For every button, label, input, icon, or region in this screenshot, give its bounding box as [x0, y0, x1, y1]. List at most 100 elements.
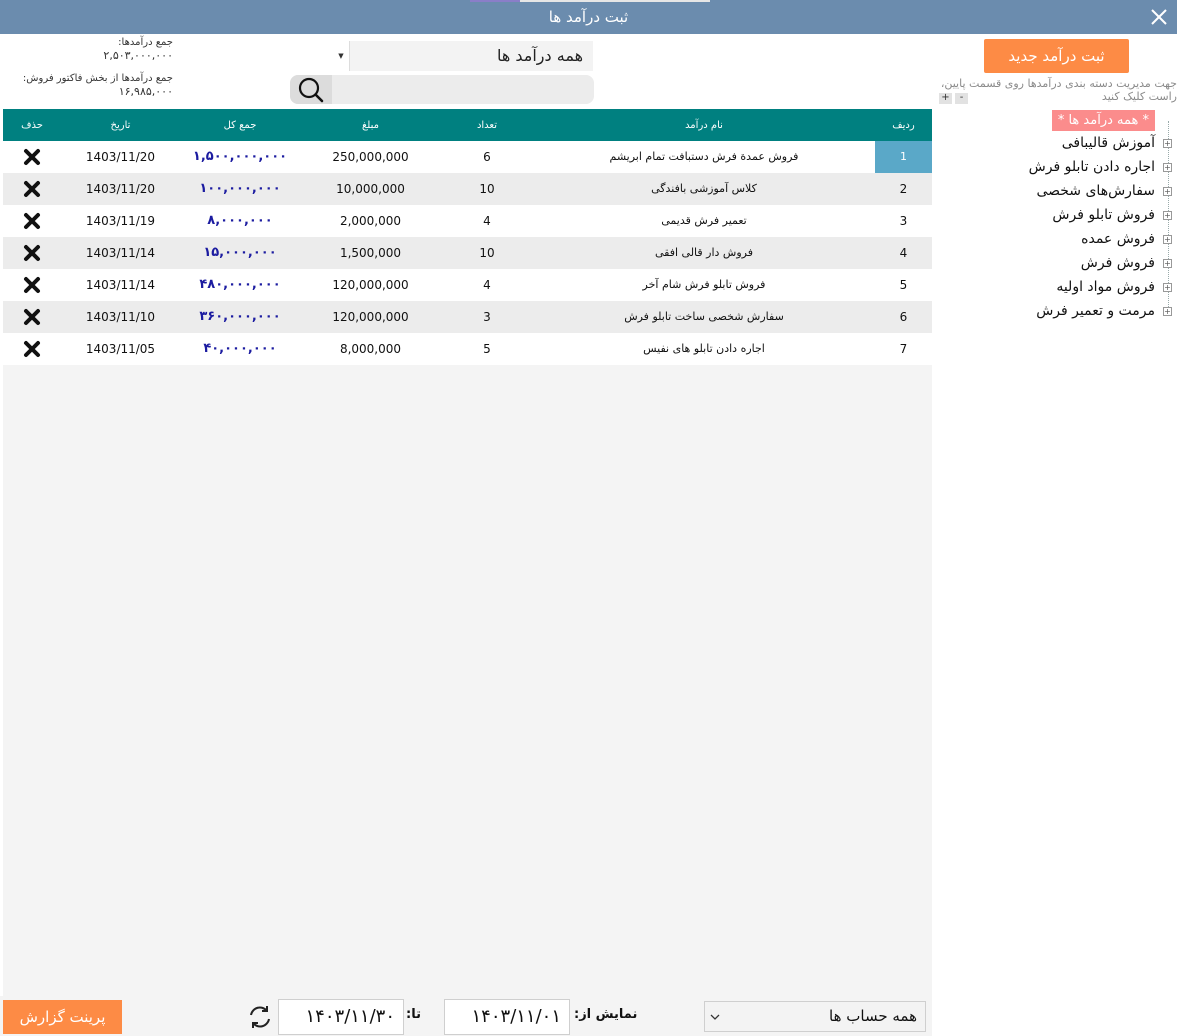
- count-cell: 5: [483, 342, 491, 356]
- delete-button[interactable]: [3, 333, 61, 365]
- delete-button[interactable]: [3, 301, 61, 333]
- amount-cell: 120,000,000: [332, 278, 409, 292]
- expand-node-icon[interactable]: +: [1163, 235, 1172, 244]
- table-row[interactable]: 3 تعمیر فرش قدیمی 4 2,000,000 ۸,۰۰۰,۰۰۰ 1403/…: [3, 205, 932, 237]
- income-name-cell: فروش عمدة فرش دستبافت تمام ابریشم: [609, 150, 799, 163]
- new-income-button[interactable]: ثبت درآمد جدید: [984, 39, 1129, 73]
- tree-item[interactable]: فروش فرش: [1081, 253, 1155, 273]
- column-header-total[interactable]: جمع کل: [180, 109, 300, 141]
- row-number-cell: 1: [875, 141, 932, 173]
- close-button[interactable]: [1145, 3, 1173, 31]
- account-select[interactable]: همه حساب ها: [704, 1001, 926, 1032]
- total-cell: ۳۶۰,۰۰۰,۰۰۰: [199, 309, 281, 324]
- date-cell: 1403/11/14: [85, 246, 156, 260]
- column-header-row[interactable]: ردیف: [875, 109, 932, 141]
- delete-icon: [24, 149, 40, 165]
- delete-icon: [24, 181, 40, 197]
- collapse-all-button[interactable]: -: [955, 93, 968, 104]
- table-row[interactable]: 5 فروش تابلو فرش شام آخر 4 120,000,000 ۴۸۰,۰…: [3, 269, 932, 301]
- table-header: ردیف نام درآمد تعداد مبلغ جمع کل تاریخ ح…: [3, 109, 932, 141]
- to-date-label: تا:: [406, 1007, 421, 1022]
- expand-node-icon[interactable]: +: [1163, 163, 1172, 172]
- to-date-field[interactable]: ۱۴۰۳/۱۱/۳۰: [278, 999, 404, 1035]
- category-hint-text: جهت مدیریت دسته بندی درآمدها روی قسمت پا…: [940, 77, 1177, 103]
- close-icon: [1151, 9, 1167, 25]
- delete-icon: [24, 309, 40, 325]
- total-cell: ۴۰,۰۰۰,۰۰۰: [203, 341, 277, 356]
- count-cell: 10: [479, 182, 495, 196]
- table-row[interactable]: 1 فروش عمدة فرش دستبافت تمام ابریشم 6 250,0…: [3, 141, 932, 173]
- expand-node-icon[interactable]: +: [1163, 187, 1172, 196]
- total-cell: ۴۸۰,۰۰۰,۰۰۰: [199, 277, 281, 292]
- from-date-label: نمایش از:: [574, 1007, 638, 1022]
- table-row[interactable]: 4 فروش دار قالی افقی 10 1,500,000 ۱۵,۰۰۰,۰۰۰…: [3, 237, 932, 269]
- date-cell: 1403/11/14: [85, 278, 156, 292]
- count-cell: 3: [483, 310, 491, 324]
- table-row[interactable]: 6 سفارش شخصی ساخت تابلو فرش 3 120,000,000 ۳۶…: [3, 301, 932, 333]
- column-header-date[interactable]: تاریخ: [61, 109, 180, 141]
- income-name-cell: فروش دار قالی افقی: [654, 246, 753, 259]
- expand-node-icon[interactable]: +: [1163, 283, 1172, 292]
- tree-item[interactable]: سفارش‌های شخصی: [1036, 181, 1155, 201]
- search-icon: [298, 77, 324, 103]
- date-cell: 1403/11/05: [85, 342, 156, 356]
- delete-button[interactable]: [3, 269, 61, 301]
- row-number-cell: 6: [899, 310, 908, 324]
- column-header-delete[interactable]: حذف: [3, 109, 61, 141]
- date-cell: 1403/11/20: [85, 150, 156, 164]
- amount-cell: 8,000,000: [339, 342, 402, 356]
- total-income-value: ۲,۵۰۳,۰۰۰,۰۰۰: [103, 49, 173, 62]
- tree-root-all-incomes[interactable]: * همه درآمد ها *: [1051, 110, 1155, 131]
- expand-node-icon[interactable]: +: [1163, 211, 1172, 220]
- total-cell: ۱۰۰,۰۰۰,۰۰۰: [199, 181, 281, 196]
- dropdown-arrow-icon[interactable]: ▼: [333, 41, 350, 71]
- expand-node-icon[interactable]: +: [1163, 307, 1172, 316]
- amount-cell: 2,000,000: [339, 214, 402, 228]
- amount-cell: 250,000,000: [332, 150, 409, 164]
- tree-item[interactable]: فروش عمده: [1081, 229, 1155, 249]
- search-button[interactable]: [290, 75, 332, 104]
- table-row[interactable]: 2 کلاس آموزشی بافندگی 10 10,000,000 ۱۰۰,۰۰۰,…: [3, 173, 932, 205]
- tree-item[interactable]: فروش تابلو فرش: [1052, 205, 1155, 225]
- delete-button[interactable]: [3, 205, 61, 237]
- expand-node-icon[interactable]: +: [1163, 139, 1172, 148]
- expand-node-icon[interactable]: +: [1163, 259, 1172, 268]
- print-report-button[interactable]: پرینت گزارش: [3, 1000, 122, 1034]
- row-number-cell: 5: [899, 278, 908, 292]
- row-number-cell: 4: [899, 246, 908, 260]
- tree-item[interactable]: اجاره دادن تابلو فرش: [1029, 157, 1155, 177]
- count-cell: 4: [483, 278, 491, 292]
- tree-item[interactable]: مرمت و تعمیر فرش: [1036, 301, 1155, 321]
- search-input[interactable]: [334, 77, 590, 102]
- income-name-cell: اجاره دادن تابلو های نفیس: [643, 342, 765, 355]
- refresh-button[interactable]: [247, 1004, 273, 1030]
- row-number-cell: 7: [899, 342, 908, 356]
- column-header-name[interactable]: نام درآمد: [533, 109, 875, 141]
- sales-income-label: جمع درآمدها از بخش فاکتور فروش:: [22, 73, 173, 84]
- delete-button[interactable]: [3, 173, 61, 205]
- delete-button[interactable]: [3, 141, 61, 173]
- delete-button[interactable]: [3, 237, 61, 269]
- expand-all-button[interactable]: +: [939, 93, 952, 104]
- tree-item[interactable]: آموزش قالیبافی: [1062, 133, 1155, 153]
- tree-item[interactable]: فروش مواد اولیه: [1056, 277, 1155, 297]
- delete-icon: [24, 277, 40, 293]
- row-number-cell: 3: [899, 214, 908, 228]
- delete-icon: [24, 245, 40, 261]
- income-name-cell: کلاس آموزشی بافندگی: [651, 182, 757, 195]
- column-header-amount[interactable]: مبلغ: [300, 109, 441, 141]
- income-filter-select[interactable]: ▼ همه درآمد ها: [333, 41, 593, 71]
- amount-cell: 10,000,000: [336, 182, 405, 196]
- from-date-field[interactable]: ۱۴۰۳/۱۱/۰۱: [444, 999, 570, 1035]
- row-number-cell: 2: [899, 182, 908, 196]
- date-cell: 1403/11/19: [85, 214, 156, 228]
- income-name-cell: سفارش شخصی ساخت تابلو فرش: [624, 310, 784, 323]
- date-cell: 1403/11/10: [85, 310, 156, 324]
- sales-income-value: ۱۶,۹۸۵,۰۰۰: [118, 85, 173, 98]
- income-filter-value: همه درآمد ها: [496, 46, 583, 65]
- income-name-cell: فروش تابلو فرش شام آخر: [642, 278, 766, 291]
- table-row[interactable]: 7 اجاره دادن تابلو های نفیس 5 8,000,000 ۴۰,۰…: [3, 333, 932, 365]
- delete-icon: [24, 341, 40, 357]
- search-box: [290, 75, 594, 104]
- column-header-count[interactable]: تعداد: [441, 109, 533, 141]
